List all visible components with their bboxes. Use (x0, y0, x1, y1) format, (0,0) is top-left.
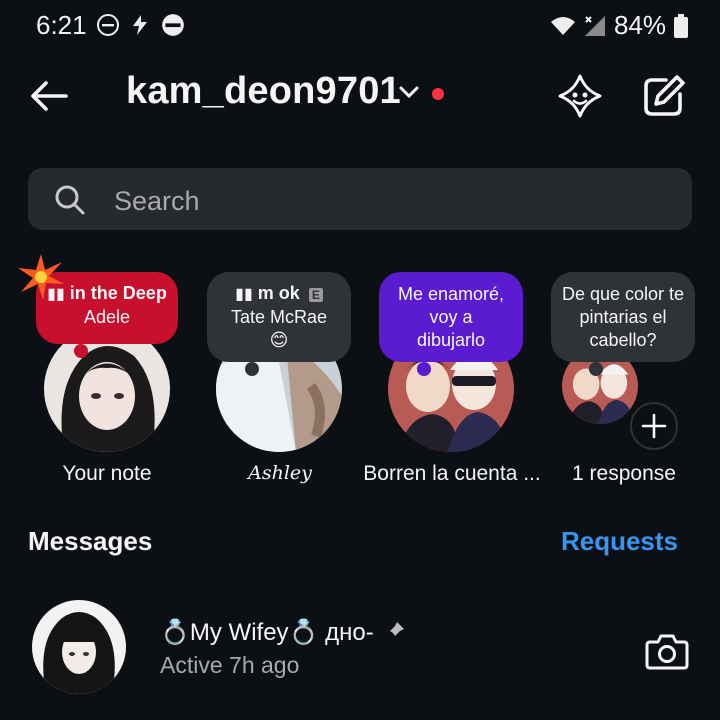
status-right: 84% (550, 10, 688, 41)
messages-heading: Messages (28, 526, 153, 556)
battery-icon (674, 13, 688, 38)
note-label-ashley: Ashley (248, 462, 312, 484)
camera-icon (645, 634, 689, 670)
plus-icon (641, 413, 667, 439)
sparkle-icon (18, 254, 64, 300)
note-song-title: in the Deep (69, 283, 167, 303)
profile-photo (32, 600, 126, 694)
search-icon (55, 185, 85, 215)
profile-photo (44, 326, 170, 452)
chat-status: Active 7h ago (160, 652, 300, 678)
back-button[interactable] (26, 72, 74, 120)
note-artist: Tate McRae (230, 307, 328, 327)
chevron-down-icon[interactable] (398, 84, 420, 100)
new-message-button[interactable] (640, 72, 688, 120)
status-time: 6:21 (36, 10, 87, 40)
music-bars-icon: ▮▮ (235, 286, 253, 303)
add-response-button[interactable] (630, 402, 678, 450)
note-text: De que color te pintarias el cabello? (561, 284, 685, 350)
note-bubble-response[interactable]: De que color te pintarias el cabello? (551, 272, 695, 376)
chat-name-row[interactable]: 💍My Wifey💍 дно- (160, 618, 406, 647)
note-bubble-ashley[interactable]: ▮▮ m ok E Tate McRae 😊 (207, 272, 351, 376)
wifi-icon (550, 16, 575, 35)
dnd-icon (97, 14, 119, 36)
search-input[interactable] (112, 181, 656, 221)
signal-icon (584, 15, 605, 36)
note-song-title: m ok (257, 283, 300, 303)
battery-percent: 84% (613, 10, 666, 40)
explicit-badge: E (308, 288, 323, 302)
camera-button[interactable] (644, 628, 690, 674)
note-label-response: 1 response (572, 462, 676, 485)
unread-dot (432, 88, 444, 100)
back-arrow-icon (31, 81, 68, 111)
note-artist: Adele (83, 307, 131, 327)
account-username[interactable]: kam_deon9701 (126, 70, 401, 113)
note-avatar-self[interactable] (44, 326, 170, 452)
pin-icon (386, 622, 405, 640)
note-label-self: Your note (62, 462, 152, 485)
meta-ai-icon (558, 74, 602, 118)
note-emoji: 😊 (269, 330, 289, 350)
note-text: Me enamoré, voy a dibujarlo (397, 284, 505, 350)
block-icon (162, 14, 184, 36)
compose-icon (644, 75, 685, 116)
note-bubble-group[interactable]: Me enamoré, voy a dibujarlo (379, 272, 523, 376)
chat-avatar[interactable] (32, 600, 126, 694)
flash-icon (133, 15, 147, 35)
chat-name: 💍My Wifey💍 дно- (160, 619, 374, 646)
ai-assistant-button[interactable] (556, 72, 604, 120)
status-icons-left (96, 12, 186, 38)
requests-link[interactable]: Requests (561, 526, 678, 557)
note-label-group: Borren la cuenta ... (363, 462, 541, 485)
